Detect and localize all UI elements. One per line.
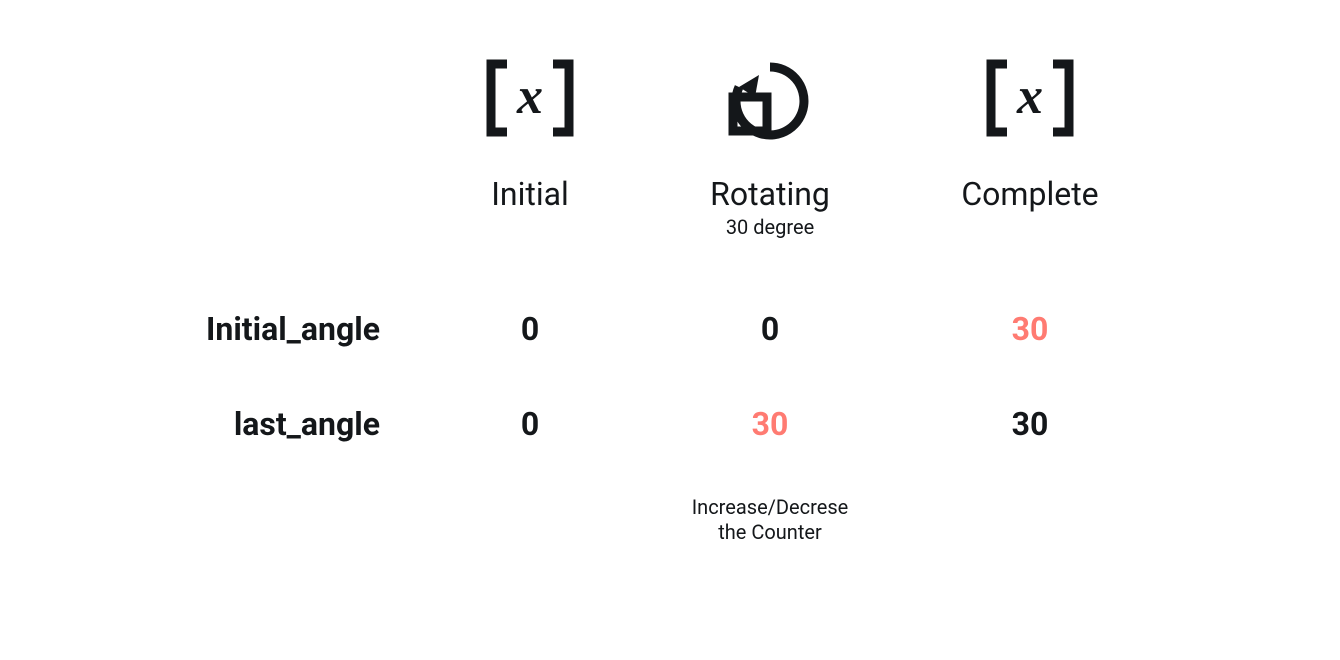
col-rotating-icon xyxy=(650,50,890,150)
value-initial-angle-complete: 30 xyxy=(920,310,1140,348)
col-footer-rotating-line1: Increase/Decrese xyxy=(650,495,890,519)
rotate-ccw-icon xyxy=(715,53,825,147)
row-label-initial-angle: Initial_angle xyxy=(80,310,380,348)
col-complete-icon: x xyxy=(920,50,1140,150)
value-initial-angle-rotating: 0 xyxy=(650,310,890,348)
col-header-rotating: Rotating xyxy=(650,175,890,213)
variable-x-bracket-icon: x xyxy=(985,58,1075,142)
svg-text:x: x xyxy=(516,68,543,125)
col-subheader-rotating: 30 degree xyxy=(650,215,890,239)
value-initial-angle-initial: 0 xyxy=(420,310,640,348)
col-header-initial: Initial xyxy=(420,175,640,213)
col-header-complete: Complete xyxy=(920,175,1140,213)
value-last-angle-complete: 30 xyxy=(920,405,1140,443)
svg-text:x: x xyxy=(1016,68,1043,125)
row-label-last-angle: last_angle xyxy=(80,405,380,443)
col-footer-rotating-line2: the Counter xyxy=(650,520,890,544)
value-last-angle-initial: 0 xyxy=(420,405,640,443)
variable-x-bracket-icon: x xyxy=(485,58,575,142)
col-initial-icon: x xyxy=(420,50,640,150)
value-last-angle-rotating: 30 xyxy=(650,405,890,443)
